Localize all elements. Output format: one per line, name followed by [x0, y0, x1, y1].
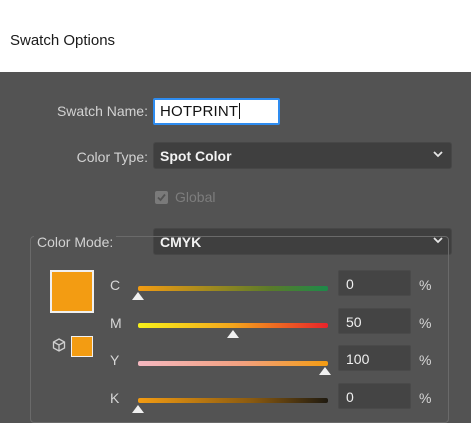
global-label: Global: [175, 189, 216, 205]
color-mode-label: Color Mode:: [34, 234, 117, 250]
dialog-title: Swatch Options: [10, 32, 116, 49]
swatch-name-label: Swatch Name:: [56, 103, 148, 119]
global-checkbox-box[interactable]: [155, 190, 168, 204]
chevron-down-icon: [433, 151, 443, 158]
swatch-name-value: HOTPRINT: [160, 103, 239, 120]
swatch-name-input[interactable]: HOTPRINT: [153, 98, 280, 125]
dialog-titlebar: Swatch Options: [0, 0, 471, 72]
color-type-select[interactable]: Spot Color: [153, 142, 452, 169]
color-mode-group: [30, 236, 449, 423]
text-caret: [239, 103, 241, 119]
global-checkbox[interactable]: Global: [155, 189, 215, 205]
color-type-label: Color Type:: [76, 149, 148, 165]
checkmark-icon: [157, 193, 166, 201]
color-type-value: Spot Color: [160, 148, 232, 164]
swatch-options-dialog: Swatch Options Swatch Name: HOTPRINT Col…: [0, 0, 471, 423]
